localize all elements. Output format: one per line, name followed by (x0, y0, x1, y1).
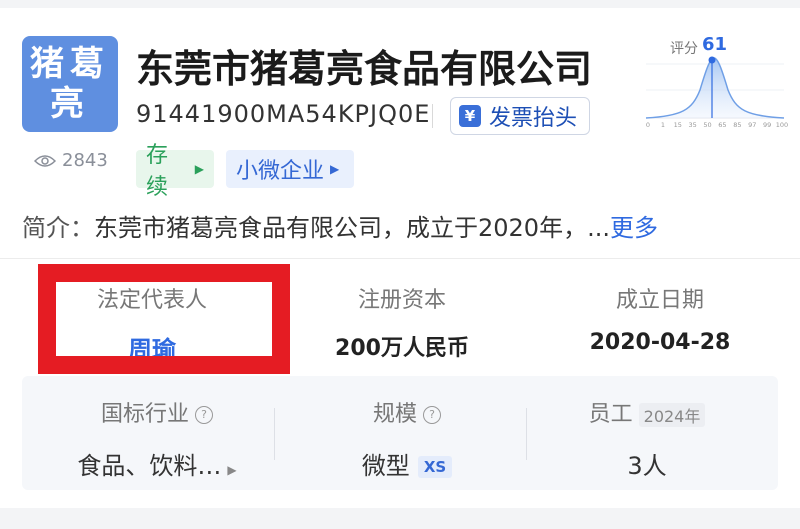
establishment-date: 成立日期 2020-04-28 (540, 282, 780, 355)
score-axis-tick-label: 35 (689, 121, 697, 129)
date-value: 2020-04-28 (589, 330, 731, 355)
chevron-right-icon: ▶ (330, 162, 340, 176)
score-axis-tick-label: 1 (661, 121, 665, 129)
credit-code[interactable]: 91441900MA54KPJQ0E (136, 100, 430, 128)
invoice-header-button[interactable]: ¥ 发票抬头 (450, 97, 590, 135)
score-axis-tick-label: 50 (703, 121, 711, 129)
intro-label: 简介： (22, 214, 94, 242)
staff-label: 员工 (588, 402, 633, 427)
score-axis-ticks: 0 1 15 35 50 65 85 97 99 100 (646, 121, 788, 129)
top-divider (0, 0, 800, 8)
score-axis-tick-label: 85 (733, 121, 741, 129)
help-icon[interactable]: ? (423, 406, 441, 424)
chevron-right-icon: ▶ (227, 463, 237, 477)
staff-stat[interactable]: 员工 2024年 3人 (532, 396, 762, 481)
industry-label: 国标行业 (100, 402, 189, 427)
score-axis-tick-label: 65 (718, 121, 726, 129)
score-axis-tick-label: 100 (776, 121, 788, 129)
staff-year-badge: 2024年 (638, 403, 706, 427)
score-axis-tick-label: 0 (646, 121, 650, 129)
view-count: 2843 (34, 150, 108, 171)
help-icon[interactable]: ? (195, 406, 213, 424)
staff-value-row: 3人 (532, 446, 762, 481)
industry-stat[interactable]: 国标行业? 食品、饮料… ▶ (42, 396, 272, 481)
chevron-right-icon: ▶ (194, 162, 204, 176)
section-divider (0, 258, 800, 259)
view-count-value: 2843 (62, 150, 108, 171)
scale-label: 规模 (372, 402, 417, 427)
score-chart[interactable]: 0 1 15 35 50 65 85 97 99 100 评分 61 (642, 30, 788, 134)
staff-value: 3人 (627, 452, 667, 480)
score-axis-tick-label: 99 (763, 121, 771, 129)
scale-label-row: 规模? (292, 396, 522, 428)
staff-label-row: 员工 2024年 (532, 396, 762, 428)
score-value: 61 (702, 34, 728, 55)
status-tag[interactable]: 存续 ▶ (136, 143, 214, 200)
date-label: 成立日期 (615, 288, 704, 313)
bottom-divider (0, 508, 800, 529)
industry-label-row: 国标行业? (42, 396, 272, 428)
score-distribution-area (646, 58, 784, 118)
score-axis-tick-label: 97 (748, 121, 756, 129)
capital-label: 注册资本 (357, 288, 446, 313)
company-intro[interactable]: 简介：东莞市猪葛亮食品有限公司，成立于2020年，...更多 (22, 208, 658, 243)
invoice-header-label: 发票抬头 (489, 106, 578, 131)
divider (432, 104, 433, 128)
scale-value-row: 微型 XS (292, 446, 522, 481)
score-axis-tick-label: 15 (674, 121, 682, 129)
status-tag-label: 存续 (146, 143, 169, 200)
scale-value: 微型 (361, 452, 410, 480)
company-logo: 猪葛亮 (22, 36, 118, 132)
logo-text: 猪葛亮 (30, 44, 110, 124)
company-name: 东莞市猪葛亮食品有限公司 (136, 47, 593, 91)
company-size-tag-label: 小微企业 (236, 159, 325, 184)
highlight-annotation-box (38, 264, 290, 374)
yen-icon: ¥ (459, 105, 481, 127)
industry-value-row: 食品、饮料… ▶ (42, 446, 272, 481)
company-size-tag[interactable]: 小微企业 ▶ (226, 150, 354, 188)
stat-divider (274, 408, 275, 460)
capital-value: 200万人民币 (335, 336, 469, 361)
intro-more-link[interactable]: 更多 (610, 214, 658, 242)
stats-panel: 国标行业? 食品、饮料… ▶ 规模? 微型 XS 员工 2024年 3人 (22, 376, 778, 490)
intro-text: 东莞市猪葛亮食品有限公司，成立于2020年，... (94, 214, 610, 242)
registered-capital: 注册资本 200万人民币 (282, 282, 522, 362)
scale-stat[interactable]: 规模? 微型 XS (292, 396, 522, 481)
eye-icon (34, 154, 56, 167)
scale-badge: XS (417, 456, 453, 478)
score-label: 评分 (670, 41, 698, 57)
industry-value: 食品、饮料… (77, 452, 222, 480)
score-marker-dot (708, 56, 716, 64)
stat-divider (526, 408, 527, 460)
